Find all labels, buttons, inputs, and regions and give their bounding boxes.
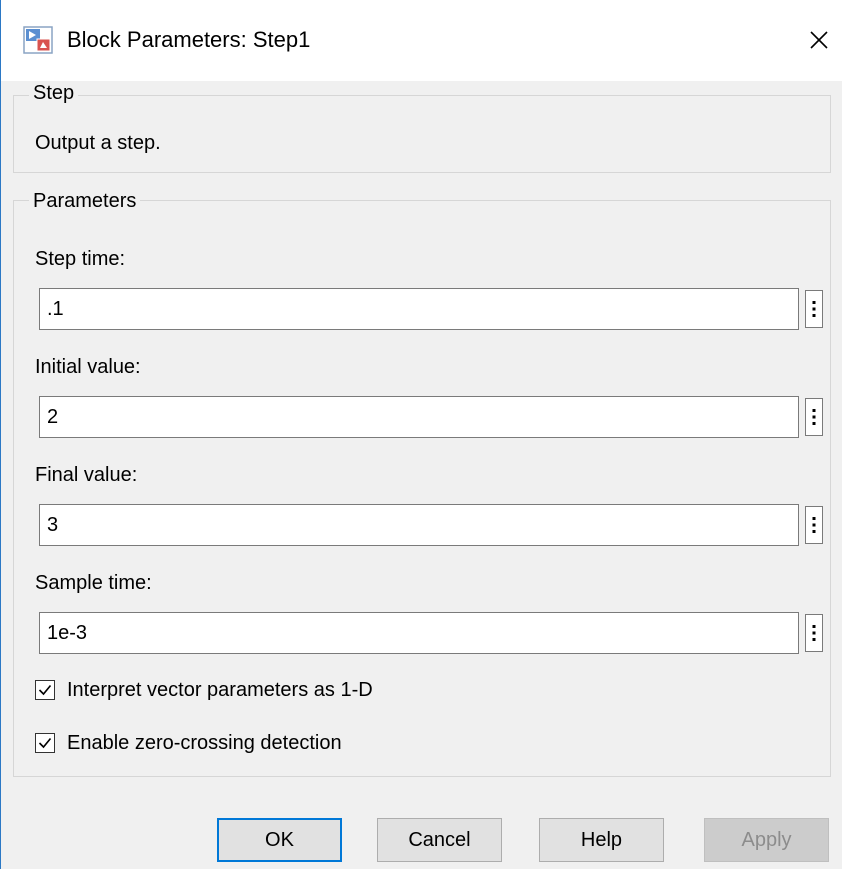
step-time-field[interactable]: .1 <box>39 288 799 330</box>
sample-time-menu-button[interactable] <box>805 614 823 652</box>
block-parameters-dialog: Block Parameters: Step1 Step Output a st… <box>0 0 842 869</box>
cancel-button[interactable]: Cancel <box>377 818 502 862</box>
vertical-ellipsis-icon <box>812 517 816 533</box>
initial-value-menu-button[interactable] <box>805 398 823 436</box>
help-button[interactable]: Help <box>539 818 664 862</box>
interpret-vector-checkbox[interactable] <box>35 680 55 700</box>
final-value-menu-button[interactable] <box>805 506 823 544</box>
final-value-field[interactable]: 3 <box>39 504 799 546</box>
interpret-vector-label[interactable]: Interpret vector parameters as 1-D <box>67 677 373 703</box>
title-bar: Block Parameters: Step1 <box>1 0 842 81</box>
apply-button[interactable]: Apply <box>704 818 829 862</box>
initial-value-label: Initial value: <box>35 356 141 378</box>
ok-button[interactable]: OK <box>217 818 342 862</box>
vertical-ellipsis-icon <box>812 409 816 425</box>
step-time-menu-button[interactable] <box>805 290 823 328</box>
sample-time-field[interactable]: 1e-3 <box>39 612 799 654</box>
final-value-label: Final value: <box>35 464 138 486</box>
step-group-legend: Step <box>29 81 79 105</box>
block-description: Output a step. <box>35 132 161 154</box>
window-title: Block Parameters: Step1 <box>67 27 311 52</box>
close-icon <box>810 31 828 49</box>
step-group-bottom-border <box>13 172 831 173</box>
close-button[interactable] <box>797 18 841 62</box>
sample-time-label: Sample time: <box>35 572 152 594</box>
zero-crossing-label[interactable]: Enable zero-crossing detection <box>67 730 342 756</box>
parameters-group-legend: Parameters <box>29 189 141 213</box>
vertical-ellipsis-icon <box>812 625 816 641</box>
checkmark-icon <box>38 684 52 696</box>
checkmark-icon <box>38 737 52 749</box>
zero-crossing-checkbox[interactable] <box>35 733 55 753</box>
vertical-ellipsis-icon <box>812 301 816 317</box>
step-time-label: Step time: <box>35 248 126 270</box>
initial-value-field[interactable]: 2 <box>39 396 799 438</box>
simulink-block-icon <box>23 26 53 54</box>
